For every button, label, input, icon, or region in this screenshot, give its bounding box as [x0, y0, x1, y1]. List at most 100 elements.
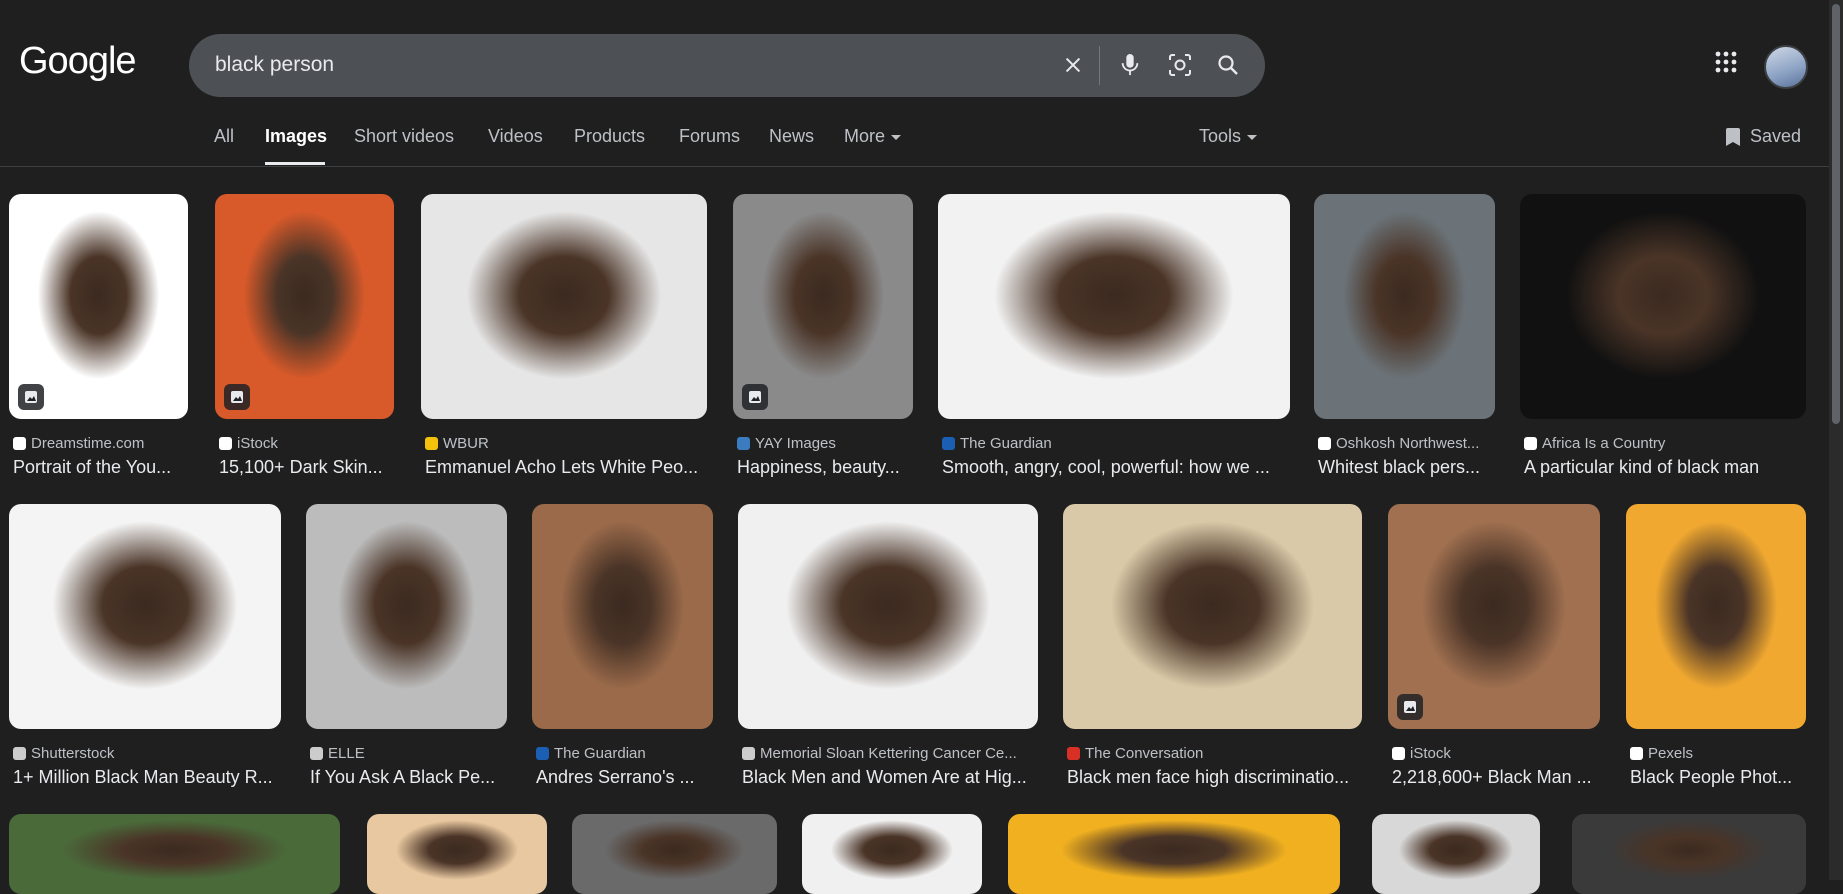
- result-source[interactable]: The Guardian: [536, 745, 711, 762]
- result-source-label: The Guardian: [554, 745, 646, 762]
- result-title[interactable]: Portrait of the You...: [13, 457, 186, 478]
- image-badge-icon: [742, 384, 768, 410]
- result-thumbnail[interactable]: [802, 814, 982, 894]
- result-source[interactable]: Shutterstock: [13, 745, 279, 762]
- result-source[interactable]: YAY Images: [737, 435, 911, 452]
- tab-products[interactable]: Products: [574, 126, 645, 147]
- result-source-label: ELLE: [328, 745, 365, 762]
- result-thumbnail[interactable]: [1626, 504, 1806, 729]
- result-thumbnail[interactable]: [306, 504, 507, 729]
- result-source-label: Shutterstock: [31, 745, 115, 762]
- result-source-label: iStock: [1410, 745, 1451, 762]
- apps-grid-icon[interactable]: [1714, 50, 1746, 82]
- site-favicon-icon: [942, 437, 955, 450]
- header-divider: [0, 166, 1843, 167]
- site-favicon-icon: [1630, 747, 1643, 760]
- result-title[interactable]: Whitest black pers...: [1318, 457, 1493, 478]
- result-thumbnail[interactable]: [9, 814, 340, 894]
- result-source-label: Pexels: [1648, 745, 1694, 762]
- scrollbar[interactable]: [1829, 0, 1843, 880]
- site-favicon-icon: [1524, 437, 1537, 450]
- result-title[interactable]: 2,218,600+ Black Man ...: [1392, 767, 1598, 788]
- site-favicon-icon: [742, 747, 755, 760]
- tab-more-label: More: [844, 126, 886, 146]
- tools-button[interactable]: Tools: [1199, 126, 1258, 147]
- saved-button[interactable]: Saved: [1726, 126, 1801, 147]
- result-source-label: Oshkosh Northwest...: [1336, 435, 1480, 452]
- result-thumbnail[interactable]: [938, 194, 1290, 419]
- result-source[interactable]: iStock: [1392, 745, 1598, 762]
- site-favicon-icon: [310, 747, 323, 760]
- site-favicon-icon: [1318, 437, 1331, 450]
- result-source-label: Dreamstime.com: [31, 435, 145, 452]
- google-logo[interactable]: Google: [19, 40, 137, 83]
- result-thumbnail[interactable]: [9, 504, 281, 729]
- result-thumbnail[interactable]: [9, 194, 188, 419]
- search-divider: [1099, 46, 1100, 85]
- site-favicon-icon: [1392, 747, 1405, 760]
- result-source[interactable]: WBUR: [425, 435, 705, 452]
- tab-news[interactable]: News: [769, 126, 814, 147]
- microphone-icon[interactable]: [1114, 49, 1146, 81]
- tab-more[interactable]: More: [844, 126, 902, 147]
- result-thumbnail[interactable]: [1063, 504, 1362, 729]
- result-source[interactable]: The Guardian: [942, 435, 1288, 452]
- active-tab-indicator: [265, 162, 325, 165]
- result-title[interactable]: Black men face high discriminatio...: [1067, 767, 1360, 788]
- result-source-label: Memorial Sloan Kettering Cancer Ce...: [760, 745, 1017, 762]
- result-source[interactable]: Memorial Sloan Kettering Cancer Ce...: [742, 745, 1036, 762]
- search-bar[interactable]: black person: [189, 34, 1265, 97]
- result-thumbnail[interactable]: [572, 814, 777, 894]
- clear-icon[interactable]: [1057, 49, 1089, 81]
- result-thumbnail[interactable]: [1008, 814, 1340, 894]
- result-source[interactable]: The Conversation: [1067, 745, 1360, 762]
- result-thumbnail[interactable]: [421, 194, 707, 419]
- result-thumbnail[interactable]: [738, 504, 1038, 729]
- result-source-label: YAY Images: [755, 435, 836, 452]
- search-icon[interactable]: [1212, 49, 1244, 81]
- tab-short-videos[interactable]: Short videos: [354, 126, 454, 147]
- result-thumbnail[interactable]: [1388, 504, 1600, 729]
- result-source-label: The Conversation: [1085, 745, 1204, 762]
- result-thumbnail[interactable]: [532, 504, 713, 729]
- result-source[interactable]: Oshkosh Northwest...: [1318, 435, 1493, 452]
- result-source[interactable]: iStock: [219, 435, 392, 452]
- account-avatar[interactable]: [1764, 45, 1808, 89]
- search-input[interactable]: black person: [215, 53, 334, 77]
- result-source[interactable]: Africa Is a Country: [1524, 435, 1804, 452]
- result-source[interactable]: ELLE: [310, 745, 505, 762]
- result-title[interactable]: A particular kind of black man: [1524, 457, 1804, 478]
- result-title[interactable]: Emmanuel Acho Lets White Peo...: [425, 457, 705, 478]
- tab-all[interactable]: All: [214, 126, 234, 147]
- result-thumbnail[interactable]: [1520, 194, 1806, 419]
- result-source-label: The Guardian: [960, 435, 1052, 452]
- result-title[interactable]: 1+ Million Black Man Beauty R...: [13, 767, 279, 788]
- lens-camera-icon[interactable]: [1164, 49, 1196, 81]
- image-badge-icon: [224, 384, 250, 410]
- result-thumbnail[interactable]: [733, 194, 913, 419]
- scrollbar-thumb[interactable]: [1832, 4, 1840, 424]
- result-thumbnail[interactable]: [1572, 814, 1806, 894]
- result-thumbnail[interactable]: [1314, 194, 1495, 419]
- result-title[interactable]: Andres Serrano's ...: [536, 767, 711, 788]
- result-thumbnail[interactable]: [215, 194, 394, 419]
- result-title[interactable]: Black People Phot...: [1630, 767, 1804, 788]
- result-title[interactable]: Smooth, angry, cool, powerful: how we ..…: [942, 457, 1288, 478]
- result-source-label: Africa Is a Country: [1542, 435, 1666, 452]
- result-source[interactable]: Dreamstime.com: [13, 435, 186, 452]
- result-title[interactable]: Happiness, beauty...: [737, 457, 911, 478]
- result-source[interactable]: Pexels: [1630, 745, 1804, 762]
- result-source-label: WBUR: [443, 435, 489, 452]
- result-title[interactable]: Black Men and Women Are at Hig...: [742, 767, 1036, 788]
- result-title[interactable]: 15,100+ Dark Skin...: [219, 457, 392, 478]
- tab-forums[interactable]: Forums: [679, 126, 740, 147]
- tab-images[interactable]: Images: [265, 126, 327, 147]
- result-thumbnail[interactable]: [367, 814, 547, 894]
- site-favicon-icon: [536, 747, 549, 760]
- bookmark-icon: [1726, 127, 1740, 146]
- result-title[interactable]: If You Ask A Black Pe...: [310, 767, 505, 788]
- header: Google black person All Images Short vid…: [0, 0, 1843, 168]
- chevron-down-icon: [1247, 134, 1258, 140]
- tab-videos[interactable]: Videos: [488, 126, 543, 147]
- result-thumbnail[interactable]: [1372, 814, 1540, 894]
